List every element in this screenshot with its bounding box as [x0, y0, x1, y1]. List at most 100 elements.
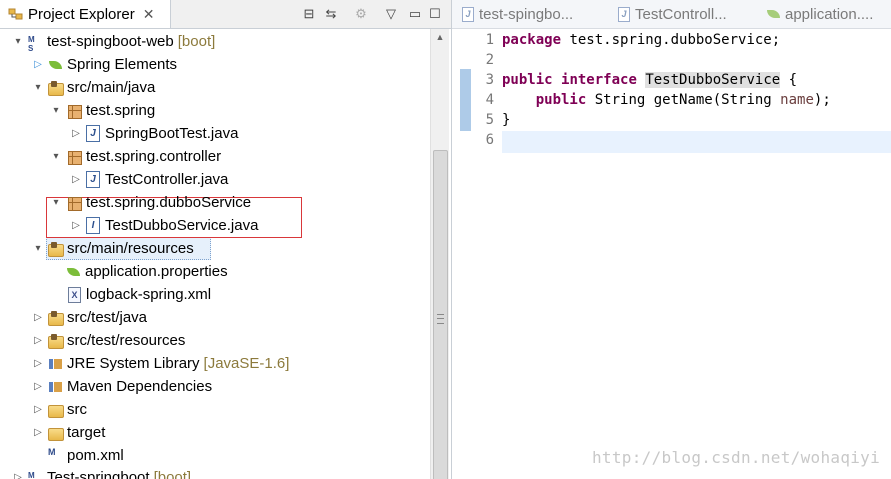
tree-item-pom-xml[interactable]: M pom.xml [48, 444, 124, 467]
package-icon [68, 150, 82, 165]
link-with-editor-icon[interactable]: ⇆ [322, 5, 340, 23]
package-icon [68, 104, 82, 119]
expand-twisty-icon[interactable]: ▾ [32, 243, 44, 255]
tree-item-src-test-java[interactable]: ▷ src/test/java [32, 306, 147, 329]
tree-item-label: test-spingboot-web [47, 33, 174, 50]
tab-project-explorer[interactable]: Project Explorer ✕ [0, 0, 171, 28]
tree-item-decoration: [boot] [153, 469, 192, 479]
tree-item-label: src/main/resources [67, 240, 194, 257]
line-number: 1 [485, 32, 494, 48]
package-icon [68, 196, 82, 211]
collapse-twisty-icon[interactable]: ▷ [32, 59, 44, 71]
collapse-twisty-icon[interactable]: ▷ [70, 220, 82, 232]
tree-item-label: Test-springboot [47, 469, 150, 479]
tree-item-label: TestDubboService.java [105, 217, 259, 234]
tab-test-spingboot[interactable]: J test-spingbo... [462, 0, 573, 28]
tree-item-decoration: [boot] [177, 33, 216, 50]
watermark: http://blog.csdn.net/wohaqiyi [592, 448, 881, 467]
code-line-1[interactable]: package test.spring.dubboService; [502, 32, 780, 48]
project-explorer-panel: Project Explorer ✕ ⊟ ⇆ ⚙ ▽ ▭ ☐ ▾ MS test… [0, 0, 452, 479]
collapse-twisty-icon[interactable]: ▷ [32, 404, 44, 416]
tab-application-properties[interactable]: application.... [766, 0, 873, 28]
tree-item-logback-spring-xml[interactable]: X logback-spring.xml [68, 283, 211, 306]
minimize-icon[interactable]: ▭ [406, 5, 424, 23]
expand-twisty-icon[interactable]: ▾ [50, 197, 62, 209]
keyword: interface [561, 72, 637, 88]
vertical-scrollbar[interactable]: ▲ [430, 29, 449, 479]
tree-item-test-springboot[interactable]: ▷ MS Test-springboot [boot] [12, 466, 191, 479]
library-icon [48, 357, 64, 370]
collapse-twisty-icon[interactable]: ▷ [32, 312, 44, 324]
tree-item-label: Spring Elements [67, 56, 178, 73]
expand-twisty-icon[interactable]: ▾ [32, 82, 44, 94]
collapse-twisty-icon[interactable]: ▷ [70, 174, 82, 186]
keyword: public [535, 92, 587, 108]
collapse-twisty-icon[interactable]: ▷ [32, 335, 44, 347]
tree-item-package-test-spring-dubboservice[interactable]: ▾ test.spring.dubboService [50, 191, 251, 214]
parameter-name: name [780, 92, 814, 108]
tree-item-maven-dependencies[interactable]: ▷ Maven Dependencies [32, 375, 212, 398]
tree-item-package-test-spring[interactable]: ▾ test.spring [50, 99, 155, 122]
spring-leaf-icon [48, 59, 64, 71]
line-number: 6 [485, 132, 494, 148]
code-line-5[interactable]: } [502, 112, 510, 128]
close-icon[interactable]: ✕ [143, 6, 155, 23]
tree-item-spring-elements[interactable]: ▷ Spring Elements [32, 53, 177, 76]
tree-item-label: application.properties [85, 263, 228, 280]
line-number: 2 [485, 52, 494, 68]
tree-item-src-main-resources[interactable]: ▾ src/main/resources [32, 237, 194, 260]
tree-item-testdubboservice-java[interactable]: ▷ I TestDubboService.java [70, 214, 258, 237]
explorer-title: Project Explorer [28, 5, 135, 23]
collapse-all-icon[interactable]: ⊟ [300, 5, 318, 23]
code-text: ); [813, 92, 831, 108]
collapse-twisty-icon[interactable]: ▷ [70, 128, 82, 140]
maven-project-icon: MS [28, 34, 35, 53]
maven-file-icon: M [48, 447, 56, 457]
tree-item-application-properties[interactable]: application.properties [66, 260, 228, 283]
code-line-3[interactable]: public interface TestDubboService { [502, 72, 797, 88]
source-folder-icon [48, 333, 64, 349]
tree-item-label: test.spring.dubboService [86, 194, 252, 211]
maximize-icon[interactable]: ☐ [426, 5, 444, 23]
code-line-4[interactable]: public String getName(String name); [502, 92, 831, 108]
tree-item-testcontroller-java[interactable]: ▷ J TestController.java [70, 168, 228, 191]
spring-leaf-icon [766, 8, 782, 20]
collapse-twisty-icon[interactable]: ▷ [12, 472, 24, 479]
tree-item-src-test-resources[interactable]: ▷ src/test/resources [32, 329, 185, 352]
tree-item-decoration: [JavaSE-1.6] [203, 355, 290, 372]
line-number: 5 [485, 112, 494, 128]
collapse-twisty-icon[interactable]: ▷ [32, 427, 44, 439]
expand-twisty-icon[interactable]: ▾ [50, 105, 62, 117]
view-menu-icon[interactable]: ▽ [382, 5, 400, 23]
tree-item-label: JRE System Library [67, 355, 200, 372]
tree-item-jre-system-library[interactable]: ▷ JRE System Library [JavaSE-1.6] [32, 352, 289, 375]
collapse-twisty-icon[interactable]: ▷ [32, 358, 44, 370]
tree-item-test-spingboot-web[interactable]: ▾ MS test-spingboot-web [boot] [12, 30, 215, 53]
tree-item-label: test.spring.controller [86, 148, 222, 165]
source-folder-icon [48, 310, 64, 326]
tree-item-src[interactable]: ▷ src [32, 398, 87, 421]
tree-item-springboottest-java[interactable]: ▷ J SpringBootTest.java [70, 122, 238, 145]
scrollbar-thumb[interactable] [433, 150, 448, 479]
tree-item-target[interactable]: ▷ target [32, 421, 105, 444]
current-line-highlight [502, 131, 891, 153]
scroll-up-icon[interactable]: ▲ [431, 29, 449, 45]
folder-icon [48, 404, 64, 418]
tab-label: TestControll... [635, 5, 727, 23]
collapse-twisty-icon[interactable]: ▷ [32, 381, 44, 393]
tree-item-src-main-java[interactable]: ▾ src/main/java [32, 76, 155, 99]
source-folder-icon [48, 241, 64, 257]
java-interface-icon: I [86, 217, 100, 234]
tree-item-label: src [67, 401, 87, 418]
tab-testcontroller[interactable]: J TestControll... [618, 0, 727, 28]
source-folder-icon [48, 80, 64, 96]
keyword: package [502, 32, 562, 48]
project-explorer-icon [8, 7, 24, 21]
change-marker-bar [460, 69, 471, 131]
code-text: String getName(String [586, 92, 781, 108]
filter-icon[interactable]: ⚙ [352, 5, 370, 23]
library-icon [48, 380, 64, 393]
tree-item-package-test-spring-controller[interactable]: ▾ test.spring.controller [50, 145, 221, 168]
expand-twisty-icon[interactable]: ▾ [50, 151, 62, 163]
expand-twisty-icon[interactable]: ▾ [12, 36, 24, 48]
